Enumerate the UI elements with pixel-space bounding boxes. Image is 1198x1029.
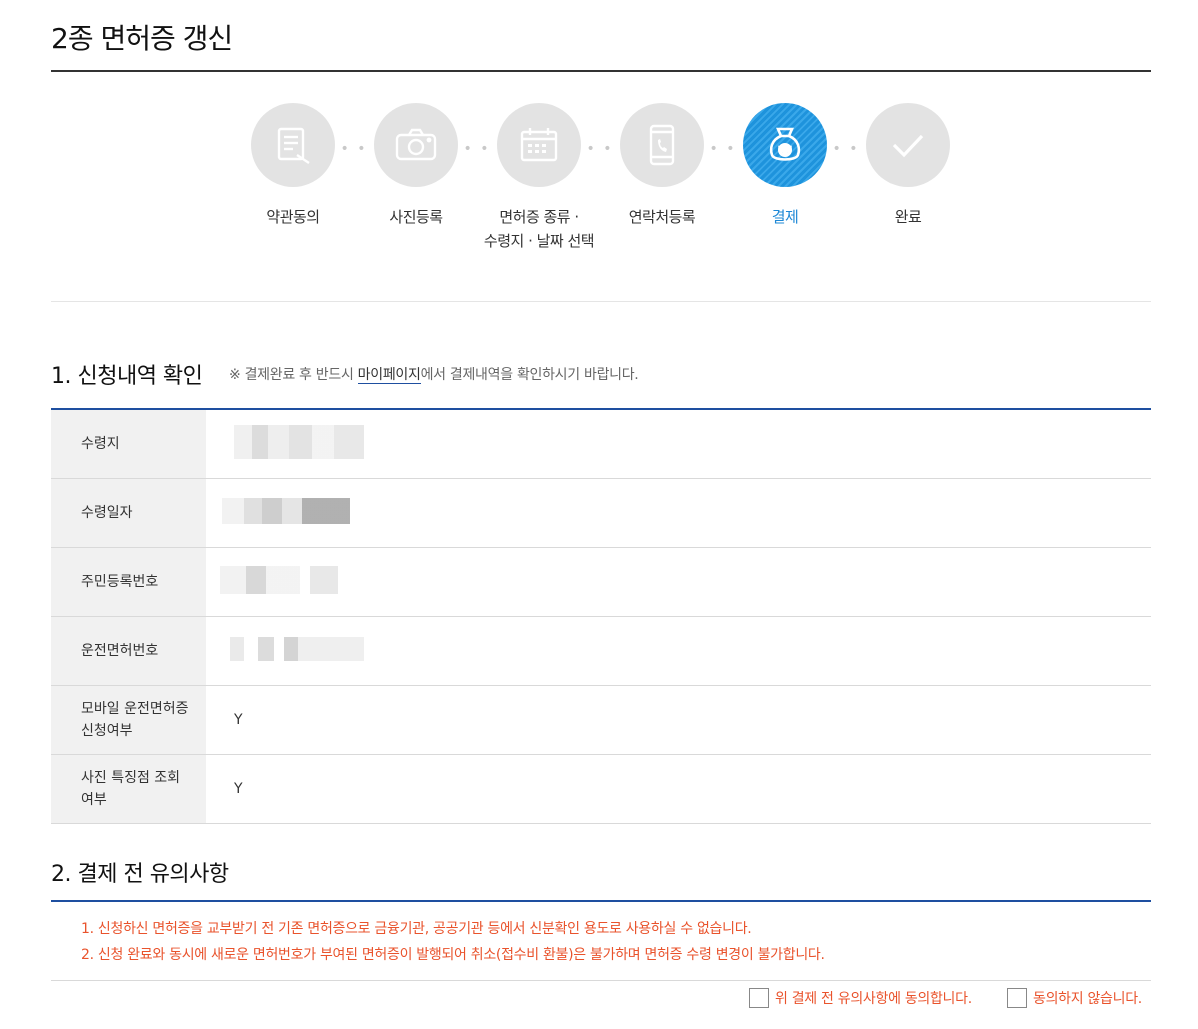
step-payment: ₩ 결제 (725, 103, 845, 229)
disagree-option[interactable]: 동의하지 않습니다. (1007, 988, 1142, 1008)
table-row: 주민등록번호 (51, 547, 1151, 617)
redacted-value (220, 566, 338, 594)
row-value: Y (206, 754, 1151, 824)
notice-item: 1. 신청하신 면허증을 교부받기 전 기존 면허증으로 금융기관, 공공기관 … (81, 921, 752, 937)
disagree-checkbox[interactable] (1007, 988, 1027, 1008)
document-icon (277, 127, 310, 164)
step-label-line1: 면허증 종류 · (499, 208, 579, 226)
agree-checkbox[interactable] (749, 988, 769, 1008)
title-divider (51, 70, 1151, 72)
table-row: 수령일자 (51, 478, 1151, 548)
notice-item: 2. 신청 완료와 동시에 새로운 면허번호가 부여된 면허증이 발행되어 취소… (81, 947, 825, 963)
step-complete: 완료 (848, 103, 968, 229)
progress-steps: 약관동의 • • 사진등록 • • 면허증 종류 · 수령지 · 날짜 선택 •… (51, 103, 1151, 263)
section-divider (51, 301, 1151, 302)
step-circle (497, 103, 581, 187)
notice-box: 1. 신청하신 면허증을 교부받기 전 기존 면허증으로 금융기관, 공공기관 … (51, 900, 1151, 981)
step-circle (866, 103, 950, 187)
application-details-table: 수령지 수령일자 주민등록번호 운전면허번호 모바일 운전면허증 신청여부 Y … (51, 408, 1151, 824)
svg-text:₩: ₩ (779, 146, 790, 157)
disagree-label: 동의하지 않습니다. (1033, 991, 1142, 1007)
row-label-line2: 여부 (81, 792, 107, 808)
step-label: 약관동의 (266, 208, 320, 226)
redacted-value (230, 637, 364, 661)
row-label-line1: 사진 특징점 조회 (81, 770, 181, 786)
step-circle (251, 103, 335, 187)
row-label: 주민등록번호 (51, 547, 206, 617)
step-photo: 사진등록 (356, 103, 476, 229)
section1-title: 1. 신청내역 확인 (51, 364, 203, 389)
row-label-line1: 모바일 운전면허증 (81, 701, 189, 717)
row-label: 사진 특징점 조회 여부 (51, 754, 206, 824)
phone-icon (649, 124, 675, 166)
step-label-line2: 수령지 · 날짜 선택 (483, 232, 595, 250)
section2-title: 2. 결제 전 유의사항 (51, 862, 229, 887)
camera-icon (395, 128, 437, 161)
note-suffix: 에서 결제내역을 확인하시기 바랍니다. (420, 367, 639, 383)
step-contact: 연락처등록 (602, 103, 722, 229)
row-value (206, 409, 1151, 479)
agree-label: 위 결제 전 유의사항에 동의합니다. (775, 991, 972, 1007)
step-terms: 약관동의 (233, 103, 353, 229)
row-label: 수령지 (51, 409, 206, 479)
row-value (206, 616, 1151, 686)
money-bag-icon: ₩ (769, 127, 801, 161)
mypage-link[interactable]: 마이페이지 (357, 367, 421, 384)
row-label: 모바일 운전면허증 신청여부 (51, 685, 206, 755)
redacted-value (234, 425, 364, 459)
table-row: 사진 특징점 조회 여부 Y (51, 754, 1151, 824)
table-row: 모바일 운전면허증 신청여부 Y (51, 685, 1151, 755)
row-label: 운전면허번호 (51, 616, 206, 686)
calendar-icon (520, 128, 558, 162)
step-circle: ₩ (743, 103, 827, 187)
page-title: 2종 면허증 갱신 (51, 22, 233, 55)
row-label: 수령일자 (51, 478, 206, 548)
section1-note: ※ 결제완료 후 반드시 마이페이지에서 결제내역을 확인하시기 바랍니다. (229, 364, 639, 384)
row-value: Y (206, 685, 1151, 755)
row-value (206, 547, 1151, 617)
step-label: 연락처등록 (628, 208, 696, 226)
table-row: 운전면허번호 (51, 616, 1151, 686)
agree-option[interactable]: 위 결제 전 유의사항에 동의합니다. (749, 988, 972, 1008)
step-label: 면허증 종류 · 수령지 · 날짜 선택 (479, 205, 599, 253)
row-label-line2: 신청여부 (81, 723, 133, 739)
check-icon (892, 134, 924, 158)
row-value (206, 478, 1151, 548)
table-row: 수령지 (51, 409, 1151, 479)
step-circle (620, 103, 704, 187)
step-license-type: 면허증 종류 · 수령지 · 날짜 선택 (479, 103, 599, 253)
step-circle (374, 103, 458, 187)
note-prefix: ※ 결제완료 후 반드시 (229, 367, 358, 383)
step-label: 사진등록 (389, 208, 443, 226)
redacted-value (222, 498, 350, 524)
step-label: 완료 (894, 208, 922, 226)
step-label: 결제 (771, 208, 799, 226)
